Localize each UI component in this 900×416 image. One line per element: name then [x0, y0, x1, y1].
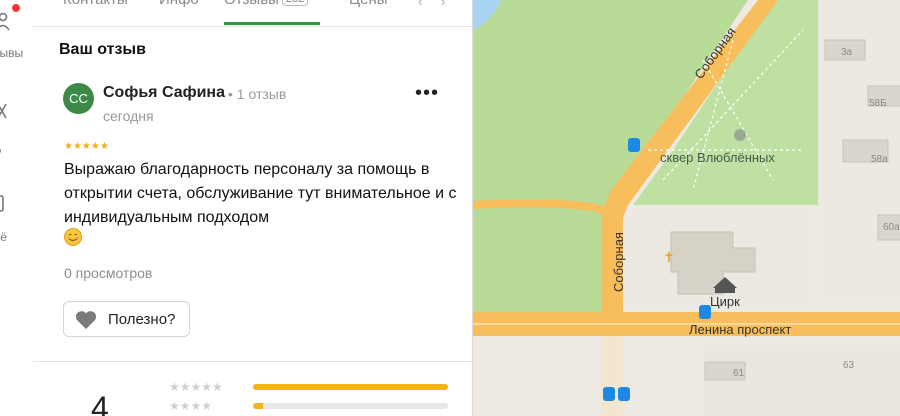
rating-row-stars: ★★★★ [169, 399, 213, 413]
review-stars: ★★★★★ [64, 141, 109, 152]
rating-row-fill [253, 403, 263, 409]
avatar[interactable]: СС [63, 83, 94, 114]
phone-icon[interactable] [0, 194, 12, 214]
review-author-meta: • 1 отзыв [228, 86, 287, 102]
notification-dot [12, 4, 20, 12]
review-views: 0 просмотров [64, 265, 153, 281]
rating-row-fill [253, 384, 448, 390]
rating-row-stars: ★★★★★ [169, 380, 223, 394]
review-author[interactable]: Софья Сафина [103, 84, 225, 102]
useful-button-label: Полезно? [108, 311, 176, 328]
map-label-park: сквер Влюблённых [660, 150, 775, 165]
map-label-circus: Цирк [710, 294, 740, 309]
smile-emoji-icon [64, 228, 82, 246]
house-number: 61 [733, 368, 745, 379]
rail-label-reviews[interactable]: зывы [0, 46, 23, 60]
tabs-scroll-right-icon[interactable]: › [441, 0, 445, 9]
tabs-scroll-left-icon[interactable]: ‹ [418, 0, 422, 9]
organization-panel: Контакты Инфо Отзывы282 Цены ‹ › Ваш отз… [33, 0, 472, 416]
more-options-button[interactable]: ••• [415, 83, 439, 106]
rating-row-bar [253, 384, 448, 390]
circus-icon-base [715, 288, 735, 293]
bus-stop-icon[interactable] [603, 387, 615, 401]
rail-label-route[interactable]: д [0, 139, 1, 153]
tab-contacts[interactable]: Контакты [63, 0, 128, 8]
church-icon[interactable]: ✝ [663, 250, 675, 266]
active-tab-indicator [224, 22, 320, 25]
tab-reviews[interactable]: Отзывы282 [224, 0, 309, 8]
route-icon[interactable] [0, 102, 12, 122]
review-text: Выражаю благодарность персоналу за помощ… [64, 161, 457, 226]
tab-prices[interactable]: Цены [349, 0, 388, 8]
review-date: сегодня [103, 108, 154, 124]
useful-button[interactable]: Полезно? [63, 301, 190, 337]
park-marker-icon[interactable] [734, 129, 746, 141]
house-number: 58а [871, 154, 888, 165]
heart-icon [75, 311, 97, 329]
house-number: 58Б [869, 98, 887, 109]
sobornaya-south-road [601, 336, 623, 416]
tab-info[interactable]: Инфо [159, 0, 199, 8]
bus-stop-icon[interactable] [628, 138, 640, 152]
house-number: 60а [883, 222, 900, 233]
map-label-avenue: Ленина проспект [689, 322, 791, 337]
tram-stop-icon[interactable] [618, 387, 630, 401]
house-number: 63 [843, 360, 855, 371]
rating-row-bar [253, 403, 448, 409]
tab-reviews-count: 282 [281, 0, 309, 6]
tab-reviews-label: Отзывы [224, 0, 279, 8]
house-number: 3а [841, 47, 853, 58]
map-label-sobornaya-south: Соборная [611, 232, 626, 292]
section-title: Ваш отзыв [59, 41, 146, 58]
map[interactable]: ✝ Соборная Соборная сквер Влюблённых Цир… [472, 0, 900, 416]
tabs-bar: Контакты Инфо Отзывы282 Цены ‹ › [33, 0, 472, 27]
average-rating: 4 [91, 390, 109, 416]
left-nav-rail: зывы д ьё [0, 0, 34, 416]
map-canvas[interactable]: ✝ Соборная Соборная сквер Влюблённых Цир… [473, 0, 900, 416]
rail-label-more[interactable]: ьё [0, 230, 7, 244]
divider [33, 361, 472, 362]
users-icon[interactable] [0, 12, 12, 32]
